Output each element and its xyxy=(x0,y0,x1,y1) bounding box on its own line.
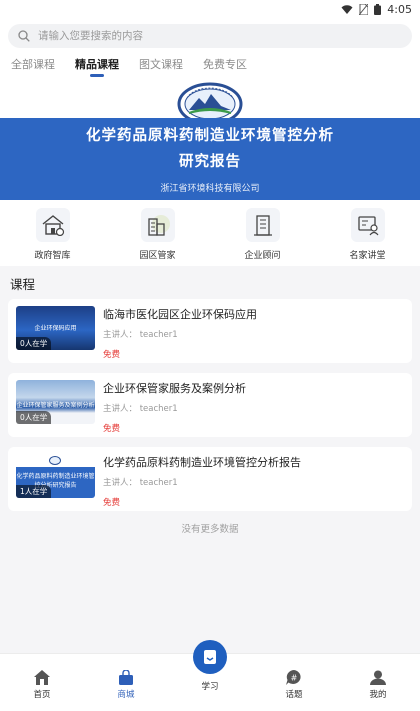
enterprise-building-icon xyxy=(245,208,280,242)
profile-icon xyxy=(370,670,386,685)
no-sim-icon xyxy=(359,4,369,15)
course-title: 临海市医化园区企业环保码应用 xyxy=(103,308,257,321)
shortcut-park-steward[interactable]: 园区管家 xyxy=(105,200,210,266)
banner-subtitle: 浙江省环境科技有限公司 xyxy=(160,184,260,194)
learner-count-badge: 0人在学 xyxy=(16,411,52,424)
nav-label: 学习 xyxy=(201,682,219,692)
course-price: 免费 xyxy=(103,498,121,508)
tab-article-courses[interactable]: 图文课程 xyxy=(139,54,183,78)
svg-text:#: # xyxy=(291,674,298,683)
shortcut-label: 名家讲堂 xyxy=(349,251,386,261)
status-bar: 4:05 xyxy=(0,0,420,22)
lecturer-label: 主讲人： xyxy=(103,330,138,340)
study-center-button[interactable] xyxy=(193,640,227,674)
search-bar xyxy=(0,22,420,52)
shortcut-label: 园区管家 xyxy=(139,251,176,261)
tab-all-courses[interactable]: 全部课程 xyxy=(11,54,55,78)
status-icons: 4:05 xyxy=(341,3,412,16)
shortcut-label: 政府智库 xyxy=(34,251,71,261)
banner-logo-area xyxy=(0,80,420,126)
course-lecturer: 主讲人： teacher1 xyxy=(103,402,404,414)
nav-topics[interactable]: # 话题 xyxy=(252,654,336,711)
banner-title-line1: 化学药品原料药制造业环境管控分析 xyxy=(86,127,334,144)
search-icon xyxy=(18,30,30,42)
course-tabs: 全部课程 精品课程 图文课程 免费专区 xyxy=(0,52,420,80)
nav-profile[interactable]: 我的 xyxy=(336,654,420,711)
lecturer-name: teacher1 xyxy=(139,404,178,414)
course-thumbnail: 化学药品原料药制造业环境管控分析研究报告 1人在学 xyxy=(16,454,95,498)
learner-count-badge: 0人在学 xyxy=(16,337,52,350)
nav-label: 话题 xyxy=(285,690,303,700)
course-title: 企业环保管家服务及案例分析 xyxy=(103,382,246,395)
thumbnail-logo-icon xyxy=(49,456,61,465)
tab-free-zone[interactable]: 免费专区 xyxy=(203,54,247,78)
course-card[interactable]: 企业环保码应用 0人在学 临海市医化园区企业环保码应用 主讲人： teacher… xyxy=(8,299,412,363)
learner-count-badge: 1人在学 xyxy=(16,485,52,498)
course-card[interactable]: 化学药品原料药制造业环境管控分析研究报告 1人在学 化学药品原料药制造业环境管控… xyxy=(8,447,412,511)
lecturer-name: teacher1 xyxy=(139,478,178,488)
nav-home[interactable]: 首页 xyxy=(0,654,84,711)
shortcut-gov-think-tank[interactable]: 政府智库 xyxy=(0,200,105,266)
course-thumbnail: 企业环保管家服务及案例分析 0人在学 xyxy=(16,380,95,424)
search-box[interactable] xyxy=(8,24,412,48)
gov-house-icon xyxy=(35,208,70,242)
course-card[interactable]: 企业环保管家服务及案例分析 0人在学 企业环保管家服务及案例分析 主讲人： te… xyxy=(8,373,412,437)
course-price: 免费 xyxy=(103,350,121,360)
shortcut-grid: 政府智库 园区管家 企业顾问 名家讲堂 xyxy=(0,200,420,266)
course-thumbnail: 企业环保码应用 0人在学 xyxy=(16,306,95,350)
lecturer-name: teacher1 xyxy=(139,330,178,340)
course-info: 化学药品原料药制造业环境管控分析报告 主讲人： teacher1 免费 xyxy=(103,454,404,508)
battery-icon xyxy=(374,4,382,15)
thumbnail-text: 企业环保码应用 xyxy=(34,325,77,332)
nav-shop[interactable]: 商城 xyxy=(84,654,168,711)
shop-bag-icon xyxy=(119,670,133,685)
search-input[interactable] xyxy=(38,30,338,42)
course-info: 临海市医化园区企业环保码应用 主讲人： teacher1 免费 xyxy=(103,306,404,360)
shortcut-label: 企业顾问 xyxy=(244,251,281,261)
status-time: 4:05 xyxy=(387,3,412,16)
no-more-data-text: 没有更多数据 xyxy=(181,524,239,535)
banner[interactable]: 化学药品原料药制造业环境管控分析 研究报告 浙江省环境科技有限公司 xyxy=(0,80,420,200)
lecturer-label: 主讲人： xyxy=(103,478,138,488)
topic-hash-icon: # xyxy=(286,670,301,685)
course-info: 企业环保管家服务及案例分析 主讲人： teacher1 免费 xyxy=(103,380,404,434)
wifi-icon xyxy=(341,4,353,14)
course-price: 免费 xyxy=(103,424,121,434)
banner-title-line2: 研究报告 xyxy=(179,153,241,170)
home-icon xyxy=(34,670,50,685)
shortcut-enterprise-advisor[interactable]: 企业顾问 xyxy=(210,200,315,266)
nav-label: 我的 xyxy=(369,690,387,700)
tab-premium-courses[interactable]: 精品课程 xyxy=(75,54,119,78)
lecturer-label: 主讲人： xyxy=(103,404,138,414)
thumbnail-text: 企业环保管家服务及案例分析 xyxy=(16,402,95,409)
nav-study[interactable]: 学习 xyxy=(168,640,252,711)
banner-blue-panel: 化学药品原料药制造业环境管控分析 研究报告 浙江省环境科技有限公司 xyxy=(0,118,420,200)
shortcut-expert-lecture[interactable]: 名家讲堂 xyxy=(315,200,420,266)
course-lecturer: 主讲人： teacher1 xyxy=(103,476,404,488)
courses-section-title: 课程 xyxy=(10,277,36,292)
lecture-board-icon xyxy=(350,208,385,242)
course-title: 化学药品原料药制造业环境管控分析报告 xyxy=(103,456,301,469)
bottom-nav: 首页 商城 学习 # 话题 我的 xyxy=(0,640,420,711)
park-building-icon xyxy=(140,208,175,242)
course-lecturer: 主讲人： teacher1 xyxy=(103,328,404,340)
study-book-icon xyxy=(204,650,216,664)
nav-label: 商城 xyxy=(117,690,135,700)
nav-label: 首页 xyxy=(33,690,51,700)
